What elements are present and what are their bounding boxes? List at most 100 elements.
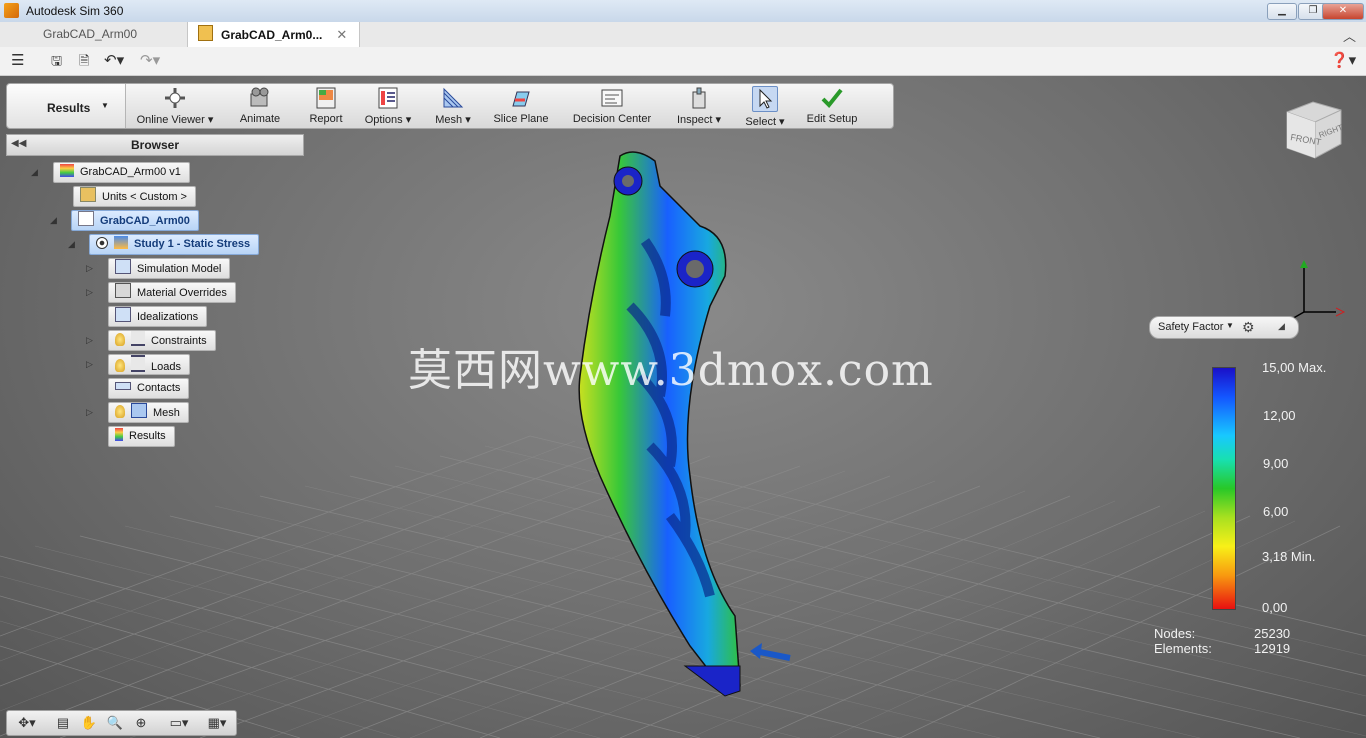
- gear-icon[interactable]: ⚙: [1242, 319, 1255, 336]
- select-cursor-icon: [752, 86, 778, 112]
- browser-panel-header[interactable]: ◀◀ Browser: [6, 134, 304, 156]
- tree-study-node[interactable]: Study 1 - Static Stress: [89, 234, 260, 255]
- material-overrides-icon: [115, 283, 131, 298]
- contacts-label: Contacts: [137, 382, 181, 394]
- nodes-label: Nodes:: [1154, 626, 1196, 641]
- idealizations-icon: [115, 307, 131, 322]
- close-window-button[interactable]: ✕: [1322, 3, 1364, 20]
- tree-idealizations[interactable]: Idealizations: [108, 306, 208, 327]
- animate-button[interactable]: Animate: [233, 86, 287, 126]
- navigation-bar: ✥▾ ▤ ✋ 🔍 ⊕ ▭▾ ▦▾: [6, 710, 237, 736]
- hamburger-menu-icon[interactable]: ☰: [11, 52, 24, 70]
- result-type-dropdown[interactable]: Safety Factor ▼ ⚙ ◢: [1149, 316, 1299, 339]
- tree-component-node[interactable]: GrabCAD_Arm00: [71, 210, 199, 231]
- slice-plane-label: Slice Plane: [493, 113, 549, 125]
- expand-toggle-material-overrides[interactable]: ▷: [86, 287, 93, 298]
- fit-to-view-icon[interactable]: ⊕: [131, 714, 151, 732]
- tab-grabcad-arm00[interactable]: GrabCAD_Arm00: [43, 22, 137, 47]
- minimize-button[interactable]: ▁: [1267, 3, 1297, 20]
- expand-toggle-study[interactable]: ◢: [68, 239, 75, 250]
- results-mode-label: Results: [47, 101, 91, 115]
- online-viewer-button[interactable]: Online Viewer ▾: [133, 86, 217, 126]
- tree-contacts[interactable]: Contacts: [108, 378, 190, 399]
- app-logo-icon: [4, 3, 19, 18]
- quick-access-toolbar: ☰ 🖫 🗎 ↶▾ ↷▾ ❓▾: [0, 47, 1366, 76]
- save-icon[interactable]: 🖫: [51, 52, 62, 70]
- constraints-icon: [131, 331, 145, 346]
- tree-units-label: Units < Custom >: [102, 191, 187, 203]
- mesh-button[interactable]: Mesh ▾: [431, 86, 475, 126]
- tree-units-node[interactable]: Units < Custom >: [73, 186, 196, 207]
- decision-center-icon: [601, 89, 623, 107]
- collapse-legend-icon[interactable]: ◢: [1278, 321, 1285, 332]
- tree-simulation-model[interactable]: Simulation Model: [108, 258, 231, 279]
- component-icon: [78, 211, 94, 226]
- report-button[interactable]: Report: [303, 86, 349, 126]
- legend-label-0: 0,00: [1262, 600, 1288, 615]
- mesh-tree-label: Mesh: [153, 407, 180, 419]
- collapse-ribbon-icon[interactable]: ︿: [1343, 26, 1356, 45]
- elements-value: 12919: [1254, 641, 1291, 656]
- pan-hand-icon[interactable]: ✋: [79, 714, 99, 732]
- edit-setup-button[interactable]: Edit Setup: [803, 86, 861, 126]
- zoom-icon[interactable]: 🔍: [105, 714, 125, 732]
- model-viewport[interactable]: Results ▼ Online Viewer ▾ Animate Report…: [0, 76, 1366, 738]
- lightbulb-icon[interactable]: [115, 333, 125, 346]
- lightbulb-icon[interactable]: [115, 359, 125, 372]
- tree-root-label: GrabCAD_Arm00 v1: [80, 166, 181, 178]
- animate-icon: [250, 87, 269, 107]
- expand-toggle-simulation-model[interactable]: ▷: [86, 263, 93, 274]
- tree-mesh[interactable]: Mesh: [108, 402, 189, 423]
- slice-plane-button[interactable]: Slice Plane: [491, 86, 551, 126]
- active-study-radio-icon[interactable]: [96, 237, 108, 249]
- report-label: Report: [309, 113, 343, 125]
- browser-title: Browser: [130, 138, 180, 152]
- help-icon[interactable]: ❓▾: [1330, 52, 1356, 70]
- redo-icon[interactable]: ↷▾: [140, 52, 160, 70]
- select-button[interactable]: Select ▾: [741, 86, 789, 128]
- active-tab-label: GrabCAD_Arm0...: [221, 28, 323, 42]
- nodes-value: 25230: [1254, 626, 1291, 641]
- save-copy-icon[interactable]: 🗎: [79, 52, 89, 70]
- tab-grabcad-arm00-active[interactable]: GrabCAD_Arm0... ✕: [187, 22, 361, 47]
- tree-constraints[interactable]: Constraints: [108, 330, 216, 351]
- document-tab-bar: GrabCAD_Arm00 GrabCAD_Arm0... ✕ ︿: [0, 22, 1366, 48]
- orbit-icon[interactable]: ✥▾: [13, 714, 41, 732]
- expand-toggle-mesh[interactable]: ▷: [86, 407, 93, 418]
- window-title: Autodesk Sim 360: [26, 4, 124, 18]
- expand-toggle-root[interactable]: ◢: [31, 167, 38, 178]
- safety-factor-color-bar: [1212, 367, 1236, 610]
- decision-center-button[interactable]: Decision Center: [569, 86, 655, 126]
- inspect-label: Inspect ▾: [676, 114, 722, 126]
- contacts-icon: [115, 382, 131, 390]
- idealizations-label: Idealizations: [137, 311, 199, 323]
- tree-results[interactable]: Results: [108, 426, 175, 447]
- options-button[interactable]: Options ▾: [363, 86, 413, 126]
- inspect-icon: [692, 87, 706, 109]
- viewcube[interactable]: FRONT RIGHT: [1283, 98, 1345, 160]
- expand-toggle-constraints[interactable]: ▷: [86, 335, 93, 346]
- tree-loads[interactable]: Loads: [108, 354, 190, 375]
- report-icon: [316, 87, 336, 109]
- legend-min-label: 3,18 Min.: [1262, 549, 1316, 564]
- look-at-icon[interactable]: ▤: [53, 714, 73, 732]
- grid-settings-icon[interactable]: ▦▾: [203, 714, 231, 732]
- expand-toggle-component[interactable]: ◢: [50, 215, 57, 226]
- results-mode-dropdown[interactable]: Results ▼: [7, 84, 126, 128]
- loads-label: Loads: [151, 361, 181, 373]
- display-settings-icon[interactable]: ▭▾: [165, 714, 193, 732]
- arm-result-model[interactable]: [560, 146, 810, 706]
- tree-study-label: Study 1 - Static Stress: [134, 238, 251, 250]
- tree-material-overrides[interactable]: Material Overrides: [108, 282, 236, 303]
- lightbulb-icon[interactable]: [115, 405, 125, 418]
- slice-plane-icon: [512, 91, 530, 107]
- simulation-model-icon: [115, 259, 131, 274]
- expand-toggle-loads[interactable]: ▷: [86, 359, 93, 370]
- tree-root-node[interactable]: GrabCAD_Arm00 v1: [53, 162, 190, 183]
- undo-icon[interactable]: ↶▾: [104, 52, 124, 70]
- tree-component-label: GrabCAD_Arm00: [100, 215, 190, 227]
- animate-label: Animate: [239, 113, 281, 125]
- inspect-button[interactable]: Inspect ▾: [673, 86, 725, 126]
- close-tab-icon[interactable]: ✕: [336, 27, 347, 42]
- checkmark-icon: [821, 88, 843, 108]
